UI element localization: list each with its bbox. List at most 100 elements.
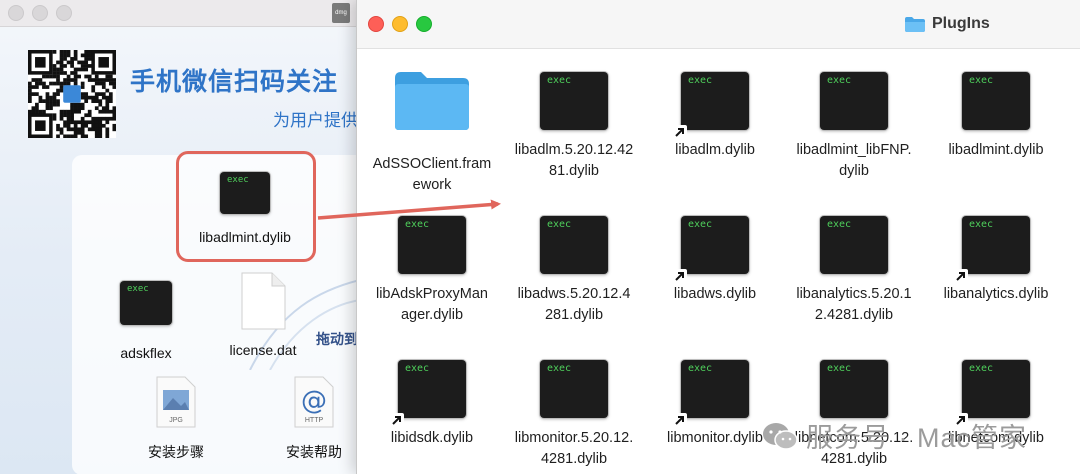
installer-window: dmg 手机微信扫码关注 为用户提供 exec libadlmint.dylib…	[0, 0, 360, 474]
file-item[interactable]: exec libAdskProxyMan ager.dylib	[362, 214, 502, 326]
file-name: AdSSOClient.fram ework	[362, 154, 502, 196]
bg-item-label: 安装步骤	[148, 444, 204, 460]
file-name-line: libanalytics.5.20.1	[796, 286, 912, 302]
http-file-icon: @ HTTP	[294, 376, 334, 428]
bg-item-install-help[interactable]: @ HTTP 安装帮助	[264, 376, 360, 462]
file-name-line: 4281.dylib	[540, 451, 608, 467]
bg-item-label: adskflex	[120, 345, 172, 361]
file-item[interactable]: exec libadlmint_libFNP.dylib	[784, 70, 924, 182]
exec-file-icon: exec	[820, 72, 888, 130]
file-name-line: libanalytics.dylib	[943, 286, 1049, 302]
document-icon	[241, 272, 286, 330]
svg-text:@: @	[301, 386, 327, 416]
file-name-line: libAdskProxyMan	[375, 286, 488, 302]
alias-arrow-icon	[673, 125, 687, 139]
exec-file-icon: exec	[398, 216, 466, 274]
exec-file-icon: exec	[673, 216, 749, 283]
file-name-line: libadws.dylib	[673, 286, 757, 302]
folder-icon	[393, 70, 471, 132]
folder-icon	[905, 17, 925, 32]
exec-file-icon: exec	[120, 281, 172, 325]
file-item[interactable]: exec libadws.dylib	[645, 214, 785, 305]
exec-file-icon: exec	[390, 360, 466, 427]
file-name: libidsdk.dylib	[362, 428, 502, 449]
file-name-line: 81.dylib	[549, 163, 599, 179]
alias-arrow-icon	[673, 269, 687, 283]
bg-item-label: 安装帮助	[286, 444, 342, 460]
svg-text:HTTP: HTTP	[305, 417, 324, 424]
finder-window: PlugIns AdSSOClient.fram ework exec libadlm…	[356, 0, 1080, 474]
file-name: libadlmint_libFNP.dylib	[784, 140, 924, 182]
exec-file-icon: exec	[673, 72, 749, 139]
window-title: PlugIns	[905, 13, 990, 35]
file-name-line: libmonitor.5.20.12.	[514, 430, 634, 446]
qr-code-icon	[28, 50, 116, 138]
inactive-minimize-button[interactable]	[32, 5, 48, 21]
bg-item-install-steps[interactable]: JPG 安装步骤	[126, 376, 226, 462]
file-name: libmonitor.5.20.12. 4281.dylib	[504, 428, 644, 470]
exec-file-icon: exec	[540, 72, 608, 130]
file-item[interactable]: exec libanalytics.dylib	[926, 214, 1066, 305]
window-title-text: PlugIns	[932, 15, 990, 32]
file-item[interactable]: exec libanalytics.5.20.1 2.4281.dylib	[784, 214, 924, 326]
bg-item-label: license.dat	[229, 342, 297, 358]
file-item[interactable]: exec libadws.5.20.12.4 281.dylib	[504, 214, 644, 326]
file-name-line: ager.dylib	[400, 307, 464, 323]
exec-file-icon: exec	[673, 360, 749, 427]
file-name-line: 281.dylib	[544, 307, 604, 323]
exec-file-icon: exec	[540, 216, 608, 274]
exec-file-icon: exec	[962, 72, 1030, 130]
watermark-text: 服务号 · Mac管家	[806, 423, 1028, 453]
file-item[interactable]: exec libadlmint.dylib	[926, 70, 1066, 161]
installer-titlebar: dmg	[0, 0, 360, 27]
exec-file-icon: exec	[540, 360, 608, 418]
file-item[interactable]: exec libadlm.dylib	[645, 70, 785, 161]
file-item[interactable]: exec libmonitor.5.20.12. 4281.dylib	[504, 358, 644, 470]
file-name-line: libadlm.dylib	[675, 142, 755, 158]
alias-arrow-icon	[390, 413, 404, 427]
jpg-file-icon: JPG	[156, 376, 196, 428]
file-name: libAdskProxyMan ager.dylib	[362, 284, 502, 326]
file-name: libanalytics.5.20.1 2.4281.dylib	[784, 284, 924, 326]
file-name: libadlmint.dylib	[926, 140, 1066, 161]
watermark: 服务号 · Mac管家	[762, 416, 1027, 455]
minimize-button[interactable]	[392, 16, 408, 32]
inactive-zoom-button[interactable]	[56, 5, 72, 21]
alias-arrow-icon	[673, 413, 687, 427]
file-name: libadlm.dylib	[645, 140, 785, 161]
file-name-line: libadws.5.20.12.4	[517, 286, 631, 302]
inactive-close-button[interactable]	[8, 5, 24, 21]
bg-item-adskflex[interactable]: exec adskflex	[96, 281, 196, 361]
file-name-line: libidsdk.dylib	[390, 430, 474, 446]
file-name-line: libadlm.5.20.12.42	[514, 142, 634, 158]
close-button[interactable]	[368, 16, 384, 32]
file-name: libadws.5.20.12.4 281.dylib	[504, 284, 644, 326]
exec-file-icon: exec	[820, 216, 888, 274]
exec-file-icon: exec	[820, 360, 888, 418]
file-name-line: libadlmint.dylib	[948, 142, 1044, 158]
file-name-line: AdSSOClient.fram	[372, 156, 492, 172]
file-item[interactable]: exec libadlm.5.20.12.42 81.dylib	[504, 70, 644, 182]
zoom-button[interactable]	[416, 16, 432, 32]
disk-image-icon: dmg	[332, 3, 350, 23]
drag-hint-text: 拖动到	[316, 331, 358, 347]
bg-item-license[interactable]: license.dat	[213, 272, 313, 358]
alias-arrow-icon	[954, 269, 968, 283]
file-name: libanalytics.dylib	[926, 284, 1066, 305]
file-name-line: ework	[412, 177, 452, 193]
file-item[interactable]: AdSSOClient.fram ework	[362, 70, 502, 196]
file-name-line: 2.4281.dylib	[814, 307, 894, 323]
installer-heading: 手机微信扫码关注	[130, 68, 339, 96]
exec-file-icon: exec	[954, 216, 1030, 283]
highlight-box	[176, 151, 316, 262]
installer-subheading: 为用户提供	[273, 111, 358, 130]
svg-text:JPG: JPG	[169, 417, 183, 424]
file-item[interactable]: exec libidsdk.dylib	[362, 358, 502, 449]
exec-file-icon: exec	[954, 360, 1030, 427]
file-name: libadws.dylib	[645, 284, 785, 305]
file-name: libadlm.5.20.12.42 81.dylib	[504, 140, 644, 182]
wechat-icon	[763, 422, 798, 450]
file-name-line: dylib	[839, 163, 869, 179]
finder-titlebar: PlugIns	[357, 0, 1080, 49]
file-name-line: libadlmint_libFNP.	[796, 142, 912, 158]
